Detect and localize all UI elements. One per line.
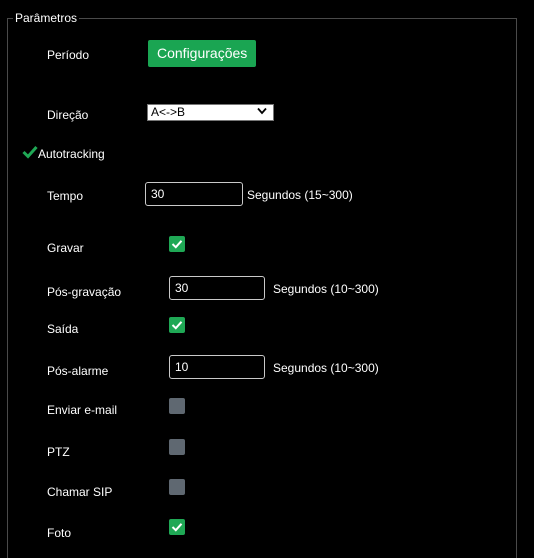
- check-icon: [171, 523, 183, 532]
- ptz-label: PTZ: [47, 445, 70, 459]
- check-icon: [171, 321, 183, 330]
- pos-gravacao-label: Pós-gravação: [47, 285, 122, 299]
- pos-gravacao-unit: Segundos (10~300): [273, 282, 379, 296]
- configuracoes-button[interactable]: Configurações: [148, 40, 257, 67]
- direcao-select[interactable]: A<->B: [147, 104, 274, 121]
- foto-checkbox[interactable]: [169, 519, 185, 535]
- tempo-unit: Segundos (15~300): [247, 188, 353, 202]
- chamar-sip-label: Chamar SIP: [47, 485, 113, 499]
- pos-alarme-unit: Segundos (10~300): [273, 361, 379, 375]
- pos-gravacao-input[interactable]: [169, 276, 265, 300]
- pos-alarme-input[interactable]: [169, 355, 265, 379]
- chevron-down-icon: [257, 107, 267, 115]
- direcao-select-value: A<->B: [151, 105, 186, 119]
- periodo-label: Período: [47, 48, 90, 62]
- enviar-email-label: Enviar e-mail: [47, 403, 118, 417]
- enviar-email-checkbox[interactable]: [169, 398, 185, 414]
- foto-label: Foto: [47, 526, 72, 540]
- gravar-label: Gravar: [47, 241, 84, 255]
- saida-checkbox[interactable]: [169, 317, 185, 333]
- pos-alarme-label: Pós-alarme: [47, 364, 109, 378]
- panel-title: Parâmetros: [13, 10, 80, 26]
- tempo-input[interactable]: [145, 182, 243, 206]
- direcao-label: Direção: [47, 108, 89, 122]
- gravar-checkbox[interactable]: [169, 236, 185, 252]
- ptz-checkbox[interactable]: [169, 439, 185, 455]
- chamar-sip-checkbox[interactable]: [169, 479, 185, 495]
- check-icon: [171, 240, 183, 249]
- saida-label: Saída: [47, 322, 79, 336]
- autotracking-label: Autotracking: [38, 147, 105, 161]
- autotracking-checkbox[interactable]: [22, 145, 38, 159]
- tempo-label: Tempo: [47, 189, 84, 203]
